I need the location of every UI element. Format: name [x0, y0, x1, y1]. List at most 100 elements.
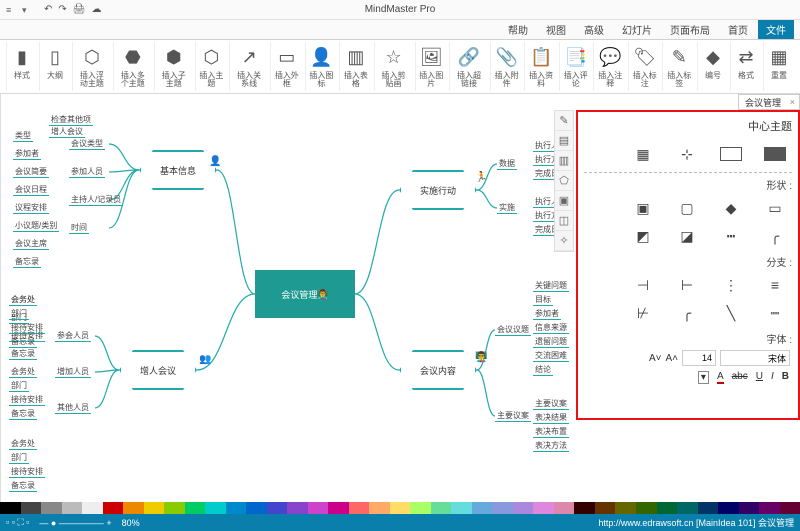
ribbon-20[interactable]: ▯大纲: [39, 42, 70, 91]
layout-opt-4[interactable]: ▦: [628, 144, 658, 164]
leaf-node[interactable]: 会议简要: [13, 166, 49, 178]
swatch[interactable]: [677, 502, 698, 514]
layout-opt-3[interactable]: ⊹: [672, 144, 702, 164]
leaf-node[interactable]: 表决结果: [533, 412, 569, 424]
node-content[interactable]: 会议内容: [399, 350, 477, 390]
down-icon[interactable]: ▾: [22, 5, 32, 15]
leaf-node[interactable]: 接待安排: [9, 322, 45, 334]
shape-fill1[interactable]: ◪: [672, 226, 702, 246]
tab-file[interactable]: 文件: [758, 20, 794, 39]
swatch[interactable]: [554, 502, 575, 514]
ribbon-8[interactable]: 📎插入附件: [490, 42, 523, 91]
leaf-node[interactable]: 结论: [533, 364, 553, 376]
ribbon-15[interactable]: ↗插入关系线: [229, 42, 268, 91]
tool-shape-icon[interactable]: ⬠: [555, 171, 573, 191]
swatch[interactable]: [759, 502, 780, 514]
node-action[interactable]: 实施行动: [399, 170, 477, 210]
leaf-node[interactable]: 会议类型: [69, 138, 105, 150]
swatch[interactable]: [41, 502, 62, 514]
branch-6[interactable]: ╲: [716, 303, 746, 323]
ribbon-21[interactable]: ▮样式: [6, 42, 37, 91]
tab-layout[interactable]: 页面布局: [662, 20, 718, 39]
swatch[interactable]: [698, 502, 719, 514]
layout-opt-1[interactable]: [760, 144, 790, 164]
shape-rect[interactable]: ▭: [760, 198, 790, 218]
branch-8[interactable]: ⊬: [628, 303, 658, 323]
swatch[interactable]: [533, 502, 554, 514]
branch-7[interactable]: ╭: [672, 303, 702, 323]
swatch[interactable]: [718, 502, 739, 514]
leaf-node[interactable]: 类型: [13, 130, 33, 142]
tab-advanced[interactable]: 高级: [576, 20, 612, 39]
font-smaller-icon[interactable]: A˅: [649, 353, 662, 364]
swatch[interactable]: [267, 502, 288, 514]
bold-button[interactable]: B: [782, 371, 789, 384]
leaf-node[interactable]: 备忘录: [13, 256, 41, 268]
ribbon-17[interactable]: ⬢插入子主题: [154, 42, 193, 91]
swatch[interactable]: [349, 502, 370, 514]
ribbon-19[interactable]: ⬡插入浮动主题: [72, 42, 111, 91]
leaf-node[interactable]: 表决布置: [533, 426, 569, 438]
shape-fill2[interactable]: ◩: [628, 226, 658, 246]
leaf-node[interactable]: 数据: [497, 158, 517, 170]
swatch[interactable]: [739, 502, 760, 514]
leaf-node[interactable]: 信息来源: [533, 322, 569, 334]
leaf-node[interactable]: 关键问题: [533, 280, 569, 292]
swatch[interactable]: [369, 502, 390, 514]
leaf-node[interactable]: 增人会议: [49, 126, 85, 138]
leaf-node[interactable]: 参加人员: [69, 166, 105, 178]
leaf-node[interactable]: 议程安排: [13, 202, 49, 214]
save-icon[interactable]: 🖨: [73, 4, 86, 15]
branch-3[interactable]: ⊢: [672, 275, 702, 295]
ribbon-16[interactable]: ⬡插入主题: [195, 42, 228, 91]
swatch[interactable]: [513, 502, 534, 514]
shape-curve[interactable]: ╭: [760, 226, 790, 246]
tool-clip-icon[interactable]: ✧: [555, 231, 573, 251]
tool-pointer-icon[interactable]: ✎: [555, 111, 573, 131]
swatch[interactable]: [780, 502, 800, 514]
swatch[interactable]: [451, 502, 472, 514]
tab-help[interactable]: 帮助: [500, 20, 536, 39]
leaf-node[interactable]: 主要议案: [533, 398, 569, 410]
leaf-node[interactable]: 备忘录: [9, 480, 37, 492]
leaf-node[interactable]: 会务处: [9, 438, 37, 450]
swatch[interactable]: [82, 502, 103, 514]
color-bar[interactable]: [0, 502, 800, 514]
swatch[interactable]: [328, 502, 349, 514]
swatch[interactable]: [636, 502, 657, 514]
tab-slide[interactable]: 幻灯片: [614, 20, 660, 39]
font-size-input[interactable]: [682, 350, 716, 366]
leaf-node[interactable]: 会议主席: [13, 238, 49, 250]
swatch[interactable]: [185, 502, 206, 514]
node-person[interactable]: 增人会议: [119, 350, 197, 390]
leaf-node[interactable]: 接待安排: [9, 466, 45, 478]
tool-layout2-icon[interactable]: ▥: [555, 151, 573, 171]
ribbon-0[interactable]: ▦重置: [763, 42, 794, 91]
swatch[interactable]: [226, 502, 247, 514]
ribbon-10[interactable]: 🖼插入图片: [415, 42, 448, 91]
strike-button[interactable]: abc: [732, 371, 748, 384]
leaf-node[interactable]: 检查其他项: [49, 114, 93, 126]
swatch[interactable]: [472, 502, 493, 514]
ribbon-9[interactable]: 🔗插入超链接: [449, 42, 488, 91]
shape-img[interactable]: ▣: [628, 198, 658, 218]
shape-diamond[interactable]: ◆: [716, 198, 746, 218]
swatch[interactable]: [431, 502, 452, 514]
swatch[interactable]: [246, 502, 267, 514]
leaf-node[interactable]: 参加者: [13, 148, 41, 160]
font-name-input[interactable]: [720, 350, 790, 366]
leaf-node[interactable]: 小议题/类别: [13, 220, 59, 232]
font-bigger-icon[interactable]: A˄: [665, 353, 678, 364]
ribbon-6[interactable]: 📑插入评论: [559, 42, 592, 91]
swatch[interactable]: [103, 502, 124, 514]
leaf-node[interactable]: 部门: [9, 380, 29, 392]
ribbon-4[interactable]: 🏷插入标注: [628, 42, 661, 91]
shape-dash[interactable]: ┅: [716, 226, 746, 246]
leaf-node[interactable]: 备忘录: [9, 348, 37, 360]
swatch[interactable]: [492, 502, 513, 514]
undo-icon[interactable]: ↶: [44, 4, 52, 15]
leaf-node[interactable]: 时间: [69, 222, 89, 234]
fontcolor-button[interactable]: A: [717, 371, 724, 384]
zoom-slider[interactable]: — ● ————— +: [39, 518, 111, 528]
underline-button[interactable]: U: [756, 371, 763, 384]
